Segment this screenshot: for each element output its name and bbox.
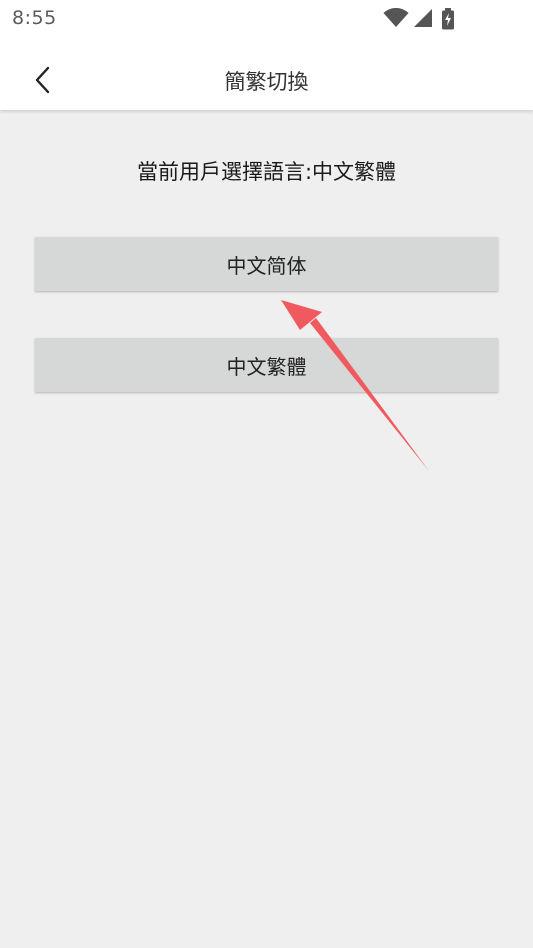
cell-signal-icon: [414, 9, 432, 27]
app-bar: 簡繁切換: [0, 38, 533, 110]
wifi-icon: [383, 8, 409, 27]
status-time: 8:55: [12, 7, 57, 29]
current-language-label: 當前用戶選擇語言:中文繁體: [136, 160, 397, 184]
traditional-chinese-button[interactable]: 中文繁體: [35, 338, 498, 392]
page-title: 簡繁切換: [224, 70, 309, 94]
simplified-chinese-button[interactable]: 中文简体: [35, 237, 498, 291]
status-bar: 8:55: [0, 0, 533, 38]
battery-charging-icon: [442, 8, 454, 30]
screen: 8:55 簡繁切換 當前用戶選擇語言:中文繁體 中文简体 中文繁體: [0, 0, 533, 948]
annotation-arrow: [281, 300, 429, 471]
